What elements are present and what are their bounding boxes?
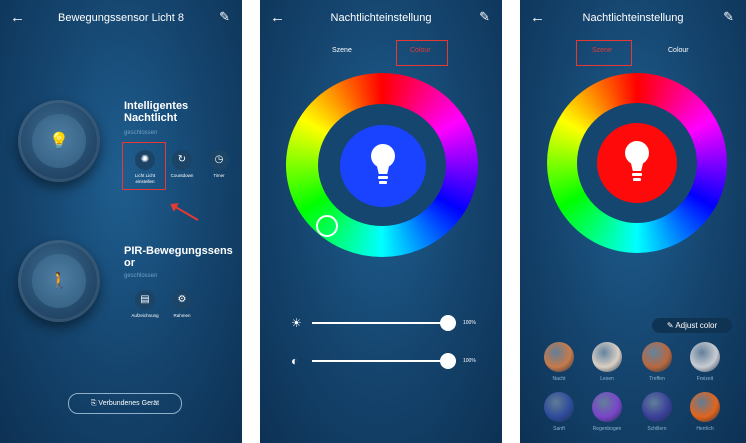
scene-item[interactable]: Schillern <box>638 392 676 432</box>
scene-name: Lesen <box>600 376 614 382</box>
device-name: Intelligentes Nachtlicht <box>124 100 188 124</box>
scene-thumbnail <box>592 392 622 422</box>
motion-icon: 🚶 <box>49 273 69 290</box>
edit-icon[interactable]: ✎ <box>219 10 230 23</box>
frame-settings-button[interactable]: ⚙ Rahmen <box>165 290 199 319</box>
bulb-neck <box>630 159 644 171</box>
action-label: Rahmen <box>173 313 191 318</box>
tab-colour[interactable]: Colour <box>668 47 689 54</box>
linked-device-button[interactable]: ⎘ Verbundenes Gerät <box>68 393 182 414</box>
pen-icon: ✎ <box>666 321 674 330</box>
scene-item[interactable]: Regenbogen <box>588 392 626 432</box>
scene-item[interactable]: Sanft <box>540 392 578 432</box>
scene-name: Freizeit <box>696 376 714 382</box>
clock-icon: ◷ <box>209 150 229 170</box>
device-name-line2: or <box>124 257 135 269</box>
settings-icon: ⚙ <box>172 290 192 310</box>
scene-name: Sanft <box>553 426 565 432</box>
device-name: PIR-Bewegungssens or <box>124 245 233 269</box>
scene-thumbnail <box>544 392 574 422</box>
page-title: Nachtlichteinstellung <box>582 12 684 24</box>
brightness-slider[interactable] <box>312 322 450 324</box>
countdown-button[interactable]: ↻ Countdown <box>165 150 199 179</box>
bulb-base <box>378 176 388 179</box>
colour-panel: ← Nachtlichteinstellung ✎ Szene Colour ☀… <box>260 0 502 443</box>
nightlight-power-button[interactable]: 💡 <box>18 100 100 182</box>
record-button[interactable]: ▤ Aufzeichnung <box>128 290 162 319</box>
back-arrow-icon[interactable]: ← <box>270 10 285 25</box>
scene-name: Schillern <box>647 426 667 432</box>
scene-name: Nacht <box>552 376 566 382</box>
pointer-arrow <box>171 204 199 221</box>
bulb-base <box>632 173 642 176</box>
button-face: 💡 <box>32 114 86 168</box>
scene-item[interactable]: Herrlich <box>686 392 724 432</box>
back-arrow-icon[interactable]: ← <box>530 10 545 25</box>
bulb-base-lower <box>633 178 641 181</box>
scene-item[interactable]: Freizeit <box>686 342 724 382</box>
bulb-neck <box>376 162 390 174</box>
scene-thumbnail <box>544 342 574 372</box>
highlight-box <box>576 40 632 66</box>
scene-item[interactable]: Nacht <box>540 342 578 382</box>
contrast-value: 100% <box>463 358 476 364</box>
bulb-base-lower <box>379 181 387 184</box>
header: ← Bewegungssensor Licht 8 ✎ <box>0 0 242 38</box>
timer-button[interactable]: ◷ Timer <box>202 150 236 179</box>
scene-thumbnail <box>642 342 672 372</box>
contrast-slider-knob[interactable] <box>440 353 456 369</box>
lightbulb-icon <box>371 144 395 188</box>
color-picker-handle[interactable] <box>316 215 338 237</box>
tab-scene[interactable]: Szene <box>332 47 352 54</box>
lightbulb-icon <box>625 141 649 185</box>
back-arrow-icon[interactable]: ← <box>10 10 25 25</box>
scene-name: Herrlich <box>696 426 714 432</box>
device-panel: ← Bewegungssensor Licht 8 ✎ 💡 Intelligen… <box>0 0 242 443</box>
edit-icon[interactable]: ✎ <box>479 10 490 23</box>
scene-panel: ← Nachtlichteinstellung ✎ Szene Colour ✎… <box>520 0 746 443</box>
scene-thumbnail <box>592 342 622 372</box>
action-label: Timer <box>213 173 225 178</box>
scene-item[interactable]: Treffen <box>638 342 676 382</box>
header: ← Nachtlichteinstellung ✎ <box>520 0 746 38</box>
header: ← Nachtlichteinstellung ✎ <box>260 0 502 38</box>
record-icon: ▤ <box>135 290 155 310</box>
device-name-line2: Nachtlicht <box>124 112 178 124</box>
highlight-box <box>396 40 448 66</box>
action-label: Aufzeichnung <box>131 313 159 318</box>
brightness-slider-knob[interactable] <box>440 315 456 331</box>
scene-item[interactable]: Lesen <box>588 342 626 382</box>
scene-name: Regenbogen <box>592 426 622 432</box>
lightbulb-icon: 💡 <box>49 133 69 150</box>
brightness-value: 100% <box>463 320 476 326</box>
edit-icon[interactable]: ✎ <box>723 10 734 23</box>
scene-name: Treffen <box>649 376 665 382</box>
countdown-icon: ↻ <box>172 150 192 170</box>
pir-sensor-button[interactable]: 🚶 <box>18 240 100 322</box>
device-state: geschlossen <box>124 273 158 279</box>
link-icon: ⎘ <box>90 400 97 407</box>
brightness-icon: ☀ <box>291 316 302 330</box>
button-face: 🚶 <box>32 254 86 308</box>
scene-thumbnail <box>690 342 720 372</box>
page-title: Bewegungssensor Licht 8 <box>58 12 184 24</box>
contrast-icon: ◐ <box>291 354 299 368</box>
adjust-color-label: Adjust color <box>675 321 718 330</box>
linked-device-label: Verbundenes Gerät <box>98 400 160 407</box>
adjust-color-button[interactable]: ✎ Adjust color <box>652 318 732 333</box>
scene-thumbnail <box>690 392 720 422</box>
device-name-line1: PIR-Bewegungssens <box>124 245 233 257</box>
device-state: geschlossen <box>124 130 158 136</box>
highlight-box <box>122 142 166 190</box>
contrast-slider[interactable] <box>312 360 450 362</box>
device-name-line1: Intelligentes <box>124 100 189 112</box>
scene-thumbnail <box>642 392 672 422</box>
action-label: Countdown <box>170 173 194 178</box>
page-title: Nachtlichteinstellung <box>330 12 432 24</box>
